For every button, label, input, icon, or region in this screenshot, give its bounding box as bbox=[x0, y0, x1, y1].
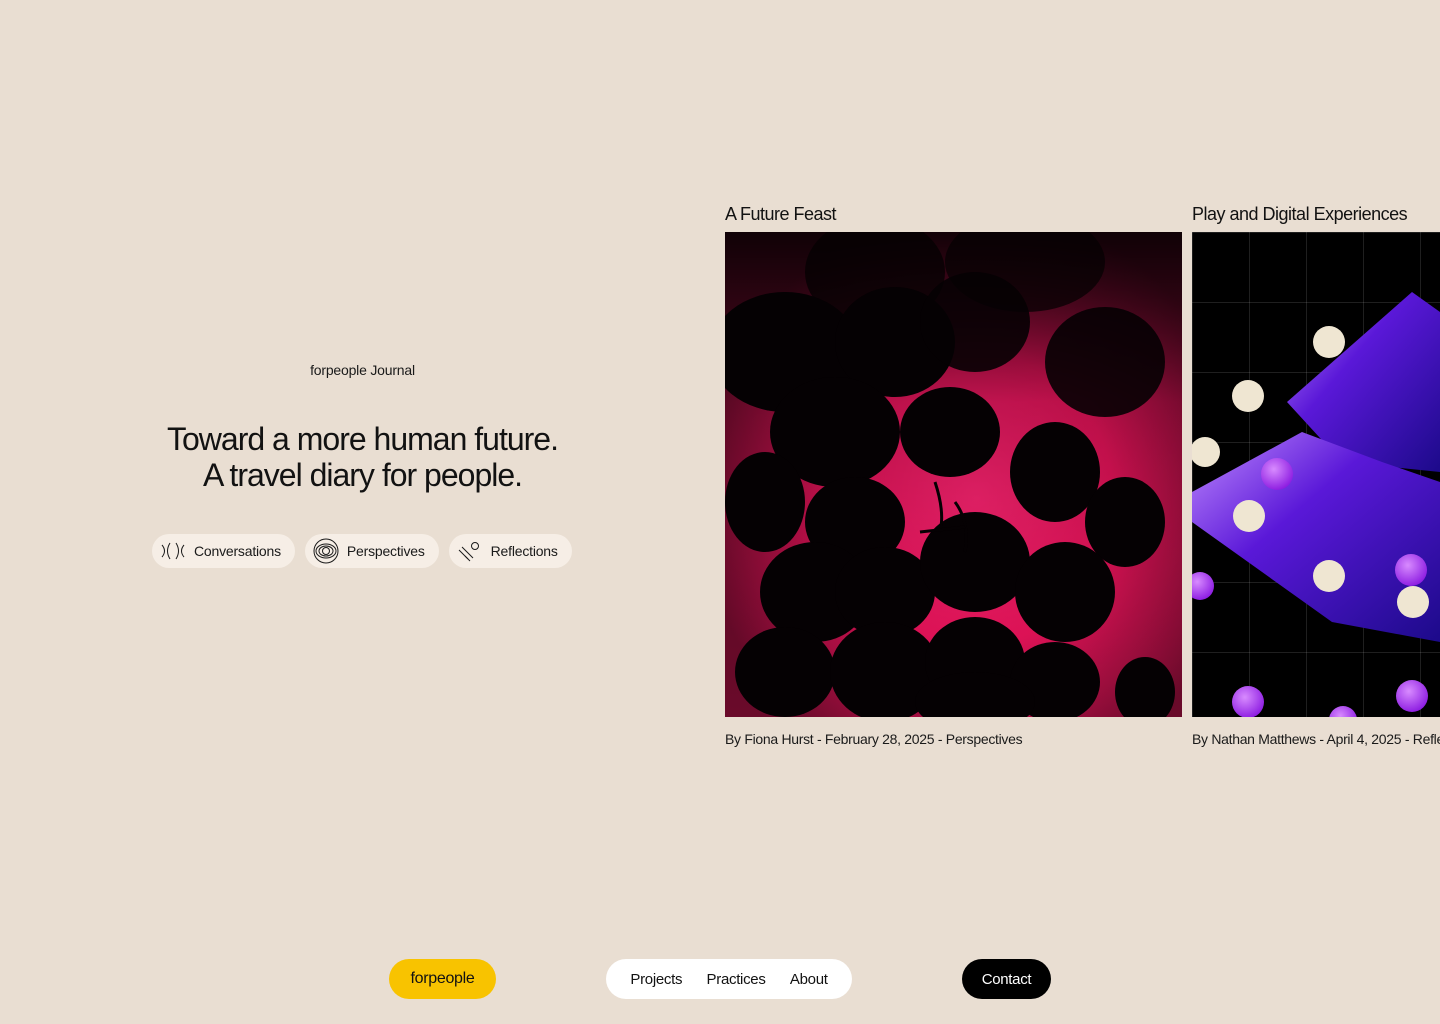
article-meta: By Fiona Hurst - February 28, 2025 - Per… bbox=[725, 731, 1023, 747]
purple-3d-shapes-grid-image[interactable] bbox=[1192, 232, 1440, 717]
article-meta: By Nathan Matthews - April 4, 2025 - Ref… bbox=[1192, 731, 1440, 747]
grapes-silhouette-red-image[interactable] bbox=[725, 232, 1182, 717]
article-title[interactable]: A Future Feast bbox=[725, 203, 1182, 225]
chip-label: Perspectives bbox=[346, 543, 425, 559]
article-card-play-digital[interactable]: Play and Digital Experiences By Nathan M… bbox=[1192, 203, 1440, 747]
journal-label: forpeople Journal bbox=[310, 362, 415, 378]
perspectives-icon bbox=[311, 538, 341, 564]
brand-logo-button[interactable]: forpeople bbox=[389, 959, 496, 999]
chip-reflections[interactable]: Reflections bbox=[448, 534, 572, 568]
nav-link-about[interactable]: About bbox=[790, 971, 828, 988]
contact-button[interactable]: Contact bbox=[962, 959, 1051, 999]
chip-label: Conversations bbox=[194, 543, 281, 559]
nav-link-projects[interactable]: Projects bbox=[630, 971, 682, 988]
category-chips: Conversations Perspectives Reflections bbox=[152, 534, 572, 568]
main-nav: Projects Practices About bbox=[606, 959, 852, 999]
conversations-icon bbox=[158, 538, 188, 564]
page-headline: Toward a more human future. A travel dia… bbox=[0, 421, 725, 493]
chip-perspectives[interactable]: Perspectives bbox=[304, 534, 439, 568]
chip-conversations[interactable]: Conversations bbox=[152, 534, 295, 568]
article-card-future-feast[interactable]: A Future Feast By Fiona Hurst - February… bbox=[725, 203, 1182, 747]
nav-link-practices[interactable]: Practices bbox=[707, 971, 766, 988]
chip-label: Reflections bbox=[490, 543, 558, 559]
headline-line-1: Toward a more human future. bbox=[167, 421, 559, 457]
headline-line-2: A travel diary for people. bbox=[202, 457, 523, 493]
article-title[interactable]: Play and Digital Experiences bbox=[1192, 203, 1440, 225]
reflections-icon bbox=[455, 538, 485, 564]
